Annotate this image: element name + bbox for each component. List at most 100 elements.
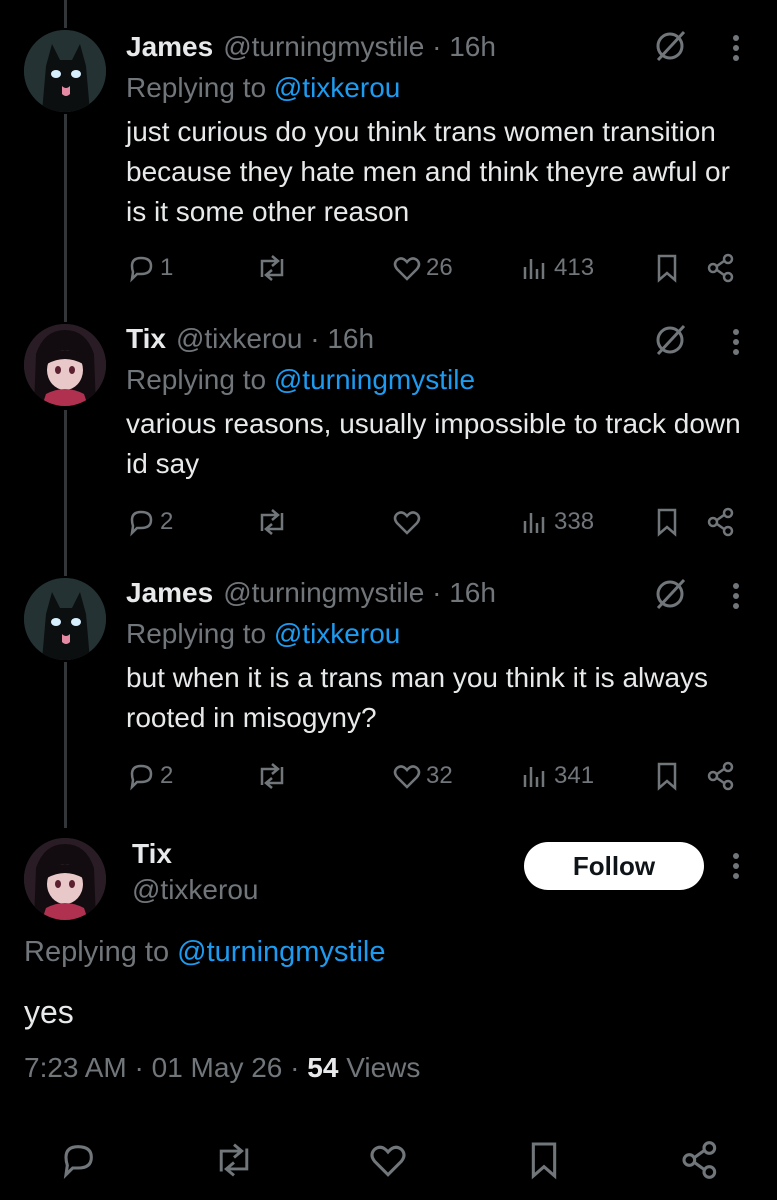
post-meta: 7:23 AM · 01 May 26 · 54 Views [24,1052,420,1084]
views-button[interactable]: 338 [520,502,594,542]
views-count: 341 [554,762,595,789]
share-button[interactable] [676,1136,724,1184]
post-time[interactable]: 7:23 AM [24,1052,127,1083]
author-name[interactable]: Tix [126,323,166,354]
reply-post[interactable]: James @turningmystile · 16h Replying to @… [0,550,777,810]
views-button[interactable]: 341 [520,756,594,796]
like-button[interactable]: 26 [392,248,453,288]
mention-link[interactable]: @tixkerou [274,618,400,649]
post-text: yes [24,994,74,1030]
post-text: various reasons, usually impossible to t… [126,408,741,479]
post-time[interactable]: 16h [449,31,496,62]
repost-icon [219,1143,249,1177]
replying-label: Replying to [126,364,267,395]
like-button[interactable]: 32 [392,756,453,796]
reply-count: 2 [160,762,174,789]
share-button[interactable] [706,248,736,288]
reply-button[interactable]: 2 [126,756,173,796]
repost-icon [260,763,284,789]
views-count: 54 [307,1052,339,1083]
author-name[interactable]: James [126,577,213,608]
replying-to: Replying to @tixkerou [126,616,747,652]
reply-icon [130,510,153,537]
reply-button[interactable]: 2 [126,502,173,542]
more-options-icon[interactable] [722,28,750,68]
main-post-actions [0,1136,777,1184]
replying-label: Replying to [126,618,267,649]
bookmark-button[interactable] [652,756,682,796]
heart-icon [393,257,421,281]
reply-icon [63,1145,93,1180]
grok-icon[interactable] [650,320,690,360]
separator-dot: · [282,1052,308,1083]
bookmark-icon [657,508,677,537]
analytics-icon [523,513,545,533]
repost-button[interactable] [254,248,290,288]
post-actions: 2 338 [126,502,746,542]
analytics-icon [523,767,545,787]
reply-button[interactable]: 1 [126,248,173,288]
grok-icon[interactable] [650,26,690,66]
author-name[interactable]: James [126,31,213,62]
like-button[interactable] [364,1136,412,1184]
bookmark-button[interactable] [652,502,682,542]
repost-button[interactable] [254,756,290,796]
analytics-icon [523,259,545,279]
like-button[interactable] [392,502,426,542]
post-actions: 1 26 413 [126,248,746,288]
replying-to: Replying to @turningmystile [24,936,386,969]
share-button[interactable] [706,756,736,796]
like-count: 26 [426,254,453,281]
heart-icon [393,511,421,535]
share-button[interactable] [706,502,736,542]
share-icon [707,761,734,791]
repost-icon [260,255,284,281]
reply-icon [130,764,153,791]
mention-link[interactable]: @turningmystile [177,936,385,968]
avatar[interactable] [24,578,106,660]
repost-button[interactable] [254,502,290,542]
follow-button[interactable]: Follow [524,842,704,890]
views-label: Views [346,1052,421,1083]
mention-link[interactable]: @turningmystile [274,364,475,395]
replying-to: Replying to @turningmystile [126,362,747,398]
author-handle[interactable]: @turningmystile [223,31,424,62]
avatar[interactable] [24,324,106,406]
separator-dot: · [424,31,450,62]
like-count: 32 [426,762,453,789]
bookmark-button[interactable] [520,1136,568,1184]
reply-count: 1 [160,254,174,281]
more-options-icon[interactable] [722,322,750,362]
author-handle[interactable]: @tixkerou [176,323,302,354]
author-handle[interactable]: @tixkerou [132,874,258,906]
bookmark-button[interactable] [652,248,682,288]
views-button[interactable]: 413 [520,248,594,288]
post-actions: 2 32 341 [126,756,746,796]
share-icon [682,1141,717,1179]
post-date[interactable]: 01 May 26 [152,1052,283,1083]
heart-icon [370,1145,406,1177]
author-name[interactable]: Tix [132,838,172,870]
reply-post[interactable]: Tix @tixkerou · 16h Replying to @turningm… [0,296,777,556]
reply-post[interactable]: James @turningmystile · 16h Replying to @… [0,0,777,300]
grok-icon[interactable] [650,574,690,614]
post-time[interactable]: 16h [449,577,496,608]
separator-dot: · [302,323,328,354]
replying-to: Replying to @tixkerou [126,70,747,106]
reply-icon [130,256,153,283]
post-text: but when it is a trans man you think it … [126,662,709,733]
heart-icon [393,765,421,789]
more-options-icon[interactable] [722,846,750,886]
mention-link[interactable]: @tixkerou [274,72,400,103]
repost-icon [260,509,284,535]
avatar[interactable] [24,30,106,112]
replying-label: Replying to [24,936,170,968]
separator-dot: · [424,577,450,608]
post-time[interactable]: 16h [327,323,374,354]
author-handle[interactable]: @turningmystile [223,577,424,608]
reply-button[interactable] [54,1136,102,1184]
repost-button[interactable] [210,1136,258,1184]
more-options-icon[interactable] [722,576,750,616]
avatar[interactable] [24,838,106,920]
bookmark-icon [657,254,677,283]
